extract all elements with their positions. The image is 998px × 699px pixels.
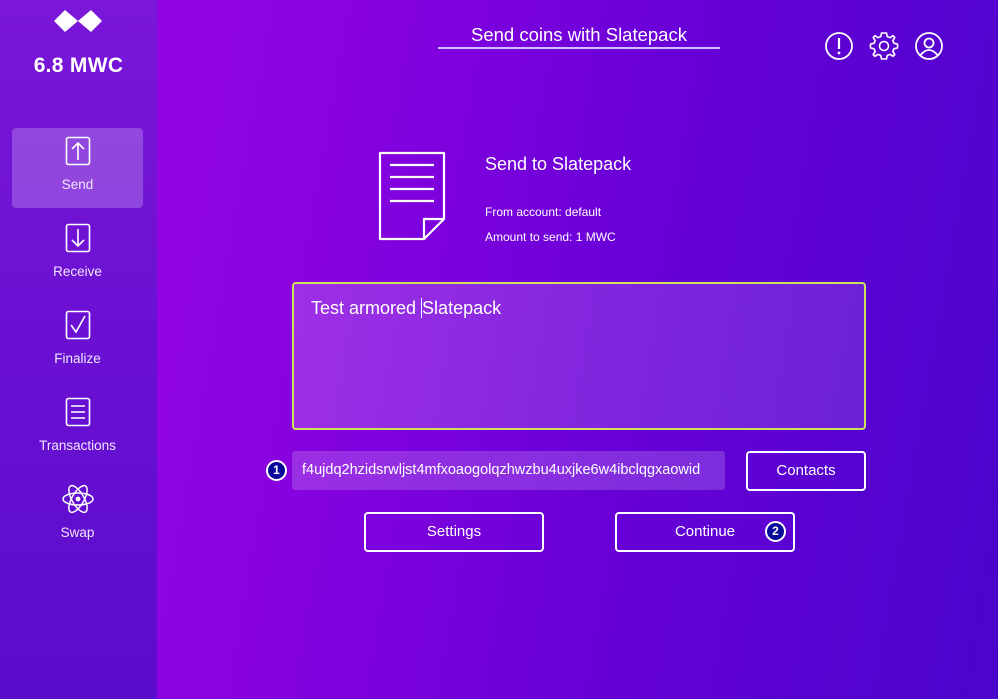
mwc-logo-icon xyxy=(54,10,102,32)
recipient-address-input[interactable]: f4ujdq2hzidsrwljst4mfxoaogolqzhwzbu4uxjk… xyxy=(292,451,725,490)
wallet-balance: 6.8 MWC xyxy=(33,54,124,77)
sidebar-item-swap[interactable]: Swap xyxy=(12,476,143,556)
transactions-icon xyxy=(65,397,91,427)
slatepack-textarea[interactable]: Test armored Slatepack xyxy=(292,282,866,430)
slatepack-text-before: Test armored xyxy=(311,298,422,318)
step-badge-1: 1 xyxy=(266,460,287,481)
receive-icon xyxy=(65,223,91,253)
contacts-button[interactable]: Contacts xyxy=(746,451,866,491)
amount-label: Amount to send: 1 MWC xyxy=(485,230,616,244)
sidebar-item-send[interactable]: Send xyxy=(12,128,143,208)
continue-label: Continue xyxy=(674,523,736,540)
from-account-label: From account: default xyxy=(485,205,602,219)
sidebar: 6.8 MWC Send Receive Finalize Transactio… xyxy=(0,0,157,699)
info-icon[interactable] xyxy=(824,31,854,61)
sidebar-item-label: Swap xyxy=(60,525,95,540)
finalize-icon xyxy=(65,310,91,340)
sidebar-item-label: Send xyxy=(61,177,94,192)
slatepack-text-after: Slatepack xyxy=(422,298,502,318)
settings-button[interactable]: Settings xyxy=(364,512,544,552)
page-title: Send coins with Slatepack xyxy=(438,24,720,49)
sidebar-item-label: Transactions xyxy=(39,438,116,453)
account-icon[interactable] xyxy=(914,31,944,61)
swap-icon xyxy=(62,484,94,514)
send-title: Send to Slatepack xyxy=(485,154,632,174)
gear-icon[interactable] xyxy=(869,31,899,61)
sidebar-item-label: Finalize xyxy=(54,351,101,366)
sidebar-item-label: Receive xyxy=(53,264,102,279)
send-icon xyxy=(65,136,91,166)
sidebar-item-finalize[interactable]: Finalize xyxy=(12,302,143,382)
step-badge-2: 2 xyxy=(765,521,786,542)
document-icon xyxy=(378,151,446,241)
sidebar-item-receive[interactable]: Receive xyxy=(12,215,143,295)
sidebar-item-transactions[interactable]: Transactions xyxy=(12,389,143,469)
